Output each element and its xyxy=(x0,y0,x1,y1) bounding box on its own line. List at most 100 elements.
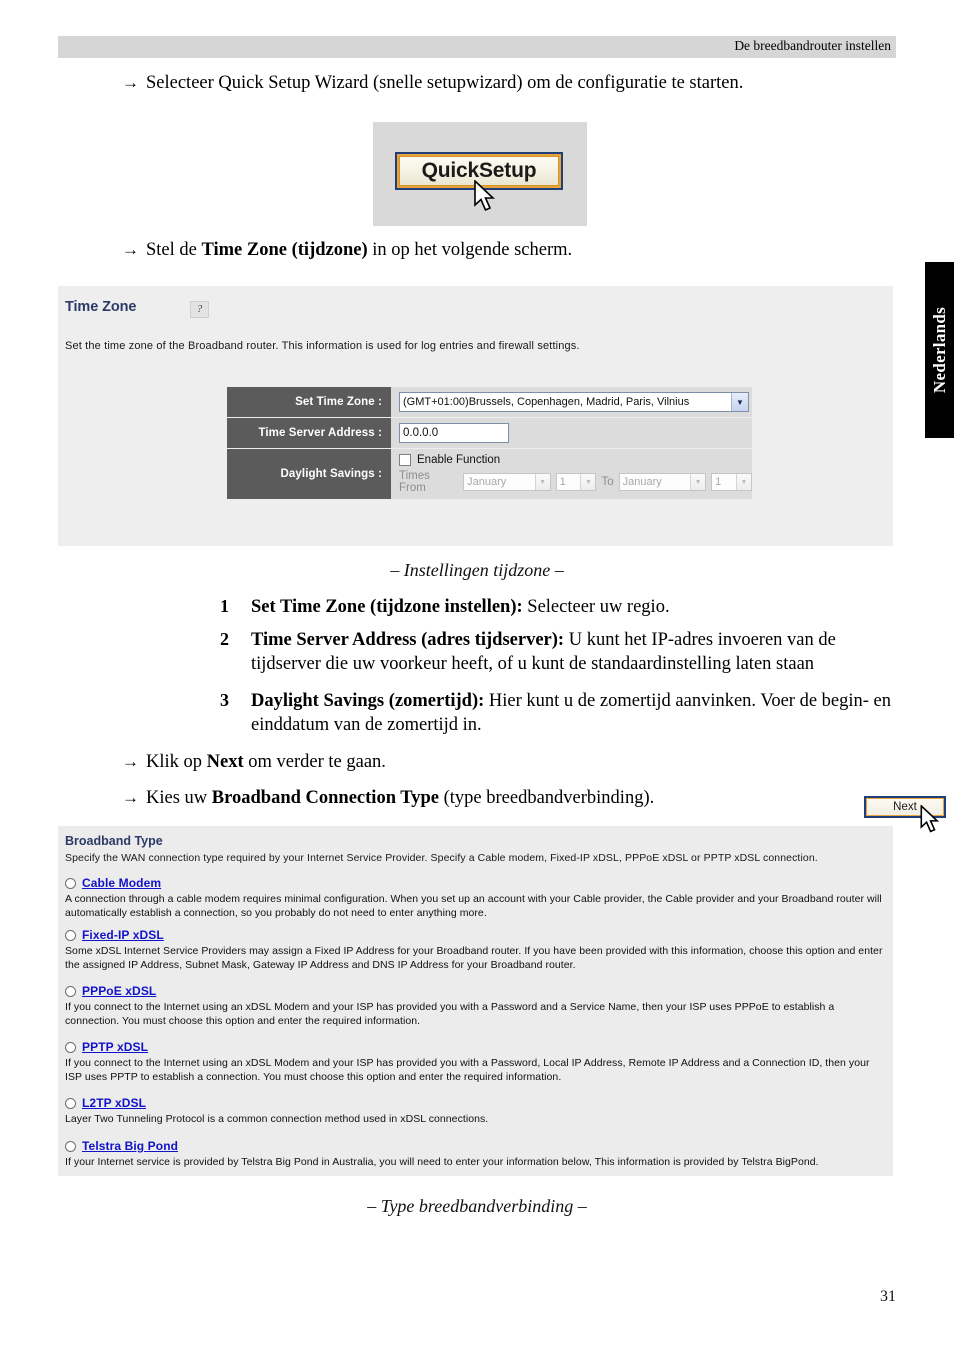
broadband-option-description: If you connect to the Internet using an … xyxy=(65,1001,835,1027)
chevron-down-icon[interactable]: ▼ xyxy=(736,474,751,490)
set-time-zone-field-cell: (GMT+01:00)Brussels, Copenhagen, Madrid,… xyxy=(391,387,752,418)
enable-function-checkbox[interactable] xyxy=(399,454,411,466)
quicksetup-figure: QuickSetup xyxy=(373,122,587,226)
broadband-option-head[interactable]: Cable Modem xyxy=(65,876,885,890)
broadband-option-head[interactable]: PPTP xDSL xyxy=(65,1040,885,1054)
arrow-right-icon: → xyxy=(122,752,139,771)
numbered-item-2-marker: 2 xyxy=(220,629,229,649)
form-row-daylight-savings: Daylight Savings : Enable Function Times… xyxy=(227,448,752,500)
daylight-to-month-select[interactable]: January ▼ xyxy=(618,473,707,491)
broadband-option-head[interactable]: L2TP xDSL xyxy=(65,1096,885,1110)
broadband-option-label[interactable]: Cable Modem xyxy=(82,876,161,890)
numbered-item-3-marker: 3 xyxy=(220,690,229,710)
broadband-option-label[interactable]: Telstra Big Pond xyxy=(82,1139,178,1153)
broadband-option-label[interactable]: Fixed-IP xDSL xyxy=(82,928,164,942)
time-zone-panel: Time Zone ? Set the time zone of the Bro… xyxy=(58,286,946,833)
daylight-from-day-select[interactable]: 1 ▼ xyxy=(555,473,597,491)
daylight-to-label: To xyxy=(601,476,614,488)
numbered-item-3-bold: Daylight Savings (zomertijd): xyxy=(251,691,485,711)
help-icon[interactable]: ? xyxy=(190,301,209,318)
broadband-option-l2tp-xdsl[interactable]: L2TP xDSL Layer Two Tunneling Protocol i… xyxy=(65,1096,885,1127)
daylight-savings-label: Daylight Savings : xyxy=(227,448,391,500)
broadband-option-description: A connection through a cable modem requi… xyxy=(65,893,882,919)
daylight-to-day-select[interactable]: 1 ▼ xyxy=(711,473,752,491)
radio-icon[interactable] xyxy=(65,877,76,889)
form-row-set-time-zone: Set Time Zone : (GMT+01:00)Brussels, Cop… xyxy=(227,387,752,418)
instruction-bullet-4-pre: Kies uw xyxy=(146,788,212,808)
broadband-option-pppoe-xdsl[interactable]: PPPoE xDSL If you connect to the Interne… xyxy=(65,984,885,1029)
broadband-option-description: If you connect to the Internet using an … xyxy=(65,1057,870,1083)
figure-caption-timezone: – Instellingen tijdzone – xyxy=(390,560,564,580)
broadband-option-description: If your Internet service is provided by … xyxy=(65,1156,819,1168)
broadband-option-head[interactable]: Fixed-IP xDSL xyxy=(65,928,885,942)
broadband-option-cable-modem[interactable]: Cable Modem A connection through a cable… xyxy=(65,876,885,921)
daylight-range-row: Times From January ▼ 1 ▼ To January ▼ 1 … xyxy=(399,470,752,494)
daylight-savings-field-cell: Enable Function Times From January ▼ 1 ▼… xyxy=(391,448,752,500)
chevron-down-icon[interactable]: ▼ xyxy=(731,393,748,411)
instruction-bullet-4-post: (type breedbandverbinding). xyxy=(438,788,655,808)
broadband-type-subtitle: Specify the WAN connection type required… xyxy=(65,852,818,864)
time-zone-panel-description: Set the time zone of the Broadband route… xyxy=(65,340,580,352)
form-row-time-server-address: Time Server Address : 0.0.0.0 xyxy=(227,417,752,449)
time-server-address-label: Time Server Address : xyxy=(227,417,391,449)
broadband-option-head[interactable]: Telstra Big Pond xyxy=(65,1139,885,1153)
broadband-option-head[interactable]: PPPoE xDSL xyxy=(65,984,885,998)
broadband-option-description: Layer Two Tunneling Protocol is a common… xyxy=(65,1113,489,1125)
instruction-bullet-3: → Klik op Next om verder te gaan. xyxy=(122,751,386,775)
next-button[interactable]: Next xyxy=(864,796,946,818)
time-zone-form-table: Set Time Zone : (GMT+01:00)Brussels, Cop… xyxy=(227,387,752,500)
radio-icon[interactable] xyxy=(65,1097,76,1109)
instruction-bullet-1-text: Selecteer Quick Setup Wizard (snelle set… xyxy=(146,73,744,93)
daylight-to-day-value: 1 xyxy=(715,476,722,488)
quicksetup-button[interactable]: QuickSetup xyxy=(395,152,563,190)
quicksetup-button-label: QuickSetup xyxy=(421,159,537,182)
numbered-item-1: 1 Set Time Zone (tijdzone instellen): Sel… xyxy=(220,595,896,619)
broadband-option-telstra-big-pond[interactable]: Telstra Big Pond If your Internet servic… xyxy=(65,1139,885,1170)
instruction-bullet-3-post: om verder te gaan. xyxy=(243,752,386,772)
arrow-right-icon: → xyxy=(122,73,139,92)
set-time-zone-select[interactable]: (GMT+01:00)Brussels, Copenhagen, Madrid,… xyxy=(399,392,749,412)
radio-icon[interactable] xyxy=(65,1140,76,1152)
numbered-item-1-marker: 1 xyxy=(220,596,229,616)
broadband-type-panel: Broadband Type Specify the WAN connectio… xyxy=(58,826,893,1176)
daylight-from-month-select[interactable]: January ▼ xyxy=(463,473,551,491)
enable-function-label: Enable Function xyxy=(417,454,501,466)
numbered-item-1-text: Selecteer uw regio. xyxy=(522,597,670,617)
broadband-option-fixed-ip-xdsl[interactable]: Fixed-IP xDSL Some xDSL Internet Service… xyxy=(65,928,885,973)
daylight-from-month-value: January xyxy=(467,476,507,488)
chevron-down-icon[interactable]: ▼ xyxy=(690,474,706,490)
instruction-bullet-2-pre: Stel de xyxy=(146,240,202,260)
instruction-bullet-1: → Selecteer Quick Setup Wizard (snelle se… xyxy=(122,72,743,96)
radio-icon[interactable] xyxy=(65,929,76,941)
arrow-right-icon: → xyxy=(122,240,139,259)
instruction-bullet-3-bold: Next xyxy=(206,752,244,772)
instruction-bullet-2-post: in op het volgende scherm. xyxy=(367,240,573,260)
daylight-enable-row: Enable Function xyxy=(399,454,752,466)
instruction-bullet-4-bold: Broadband Connection Type xyxy=(211,788,439,808)
daylight-to-month-value: January xyxy=(622,476,662,488)
broadband-option-label[interactable]: PPTP xDSL xyxy=(82,1040,148,1054)
broadband-option-description: Some xDSL Internet Service Providers may… xyxy=(65,945,883,971)
broadband-option-label[interactable]: PPPoE xDSL xyxy=(82,984,156,998)
instruction-bullet-4: → Kies uw Broadband Connection Type (type… xyxy=(122,787,654,811)
figure-caption-broadband: – Type breedbandverbinding – xyxy=(367,1196,587,1216)
radio-icon[interactable] xyxy=(65,985,76,997)
broadband-option-label[interactable]: L2TP xDSL xyxy=(82,1096,146,1110)
broadband-option-pptp-xdsl[interactable]: PPTP xDSL If you connect to the Internet… xyxy=(65,1040,885,1085)
running-header-bar: De breedbandrouter instellen xyxy=(58,36,896,58)
broadband-type-title: Broadband Type xyxy=(65,834,163,848)
chevron-down-icon[interactable]: ▼ xyxy=(534,474,550,490)
numbered-item-2: 2 Time Server Address (adres tijdserver):… xyxy=(220,628,896,676)
set-time-zone-select-value: (GMT+01:00)Brussels, Copenhagen, Madrid,… xyxy=(403,396,690,408)
page-number: 31 xyxy=(880,1288,896,1305)
time-server-address-input[interactable]: 0.0.0.0 xyxy=(399,423,509,443)
times-from-label: Times From xyxy=(399,470,430,494)
numbered-item-3: 3 Daylight Savings (zomertijd): Hier kunt… xyxy=(220,689,896,737)
quicksetup-button-face: QuickSetup xyxy=(399,156,559,186)
radio-icon[interactable] xyxy=(65,1041,76,1053)
instruction-bullet-2-bold: Time Zone (tijdzone) xyxy=(201,240,368,260)
numbered-item-1-bold: Set Time Zone (tijdzone instellen): xyxy=(251,597,523,617)
time-server-address-field-cell: 0.0.0.0 xyxy=(391,417,752,449)
instruction-bullet-2: → Stel de Time Zone (tijdzone) in op het … xyxy=(122,239,572,263)
chevron-down-icon[interactable]: ▼ xyxy=(580,474,596,490)
